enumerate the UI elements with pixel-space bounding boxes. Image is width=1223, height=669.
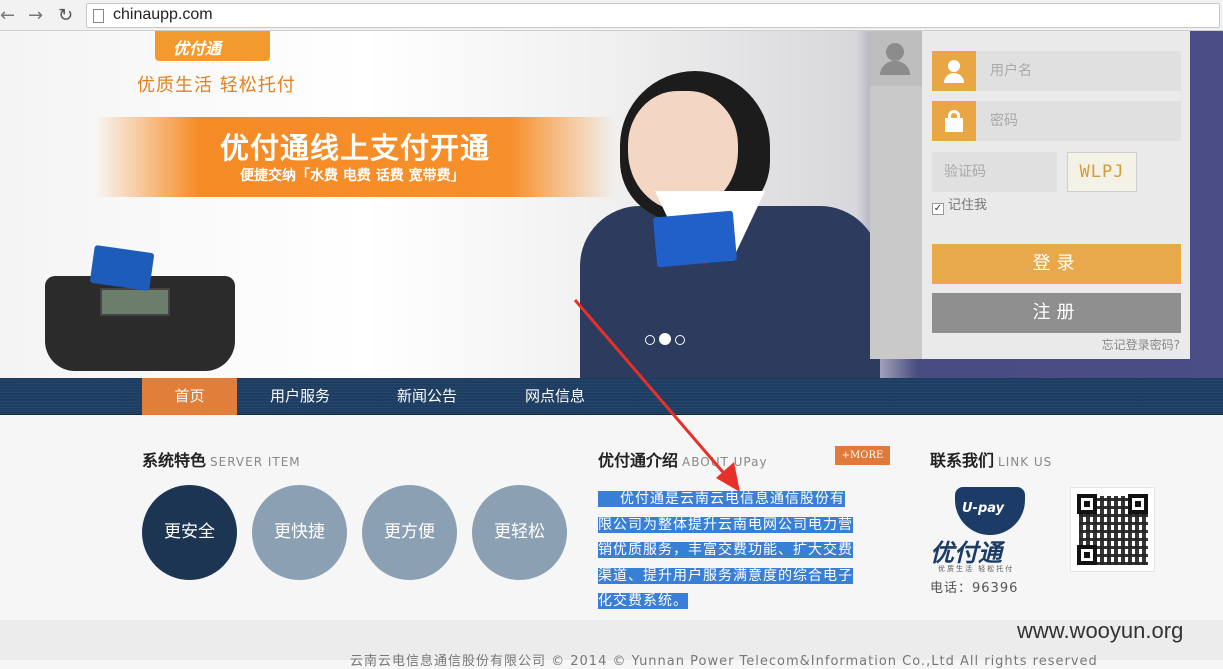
nav-item-news[interactable]: 新闻公告 <box>377 378 477 415</box>
feature-faster[interactable]: 更快捷 <box>252 485 347 580</box>
forgot-password-link[interactable]: 忘记登录密码? <box>1102 336 1180 353</box>
pos-terminal-illustration <box>45 276 235 371</box>
register-button[interactable]: 注册 <box>932 293 1181 333</box>
about-line: 销优质服务，丰富交费功能、扩大交费 <box>598 542 853 558</box>
feature-convenient[interactable]: 更方便 <box>362 485 457 580</box>
lock-icon <box>932 101 976 141</box>
more-button[interactable]: +MORE <box>835 446 890 465</box>
feature-easier[interactable]: 更轻松 <box>472 485 567 580</box>
login-panel: WLPJ ✓ 记住我 登录 注册 忘记登录密码? <box>870 31 1190 359</box>
nav-item-outlets[interactable]: 网点信息 <box>505 378 605 415</box>
nav-item-user-services[interactable]: 用户服务 <box>250 378 350 415</box>
page-icon <box>93 9 104 23</box>
promo-subline: 便捷交纳「水费 电费 话费 宽带费」 <box>240 168 465 184</box>
promo-headline: 优付通线上支付开通 <box>220 131 491 165</box>
contact-title: 联系我们 LINK US <box>930 447 1052 471</box>
username-input[interactable] <box>976 51 1181 91</box>
card-illustration <box>89 245 155 291</box>
about-title-en: ABOUT UPay <box>682 455 768 469</box>
carousel-dot[interactable] <box>675 335 685 345</box>
upay-logo-en: U-pay <box>962 501 1005 516</box>
about-title-cn: 优付通介绍 <box>598 451 679 470</box>
banner-slogan: 优质生活 轻松托付 <box>137 75 296 96</box>
address-bar[interactable]: chinaupp.com <box>86 3 1220 28</box>
username-field <box>932 51 1181 91</box>
reload-icon[interactable]: ↻ <box>58 5 73 26</box>
upay-logo-cn: 优付通 <box>930 539 1002 567</box>
password-input[interactable] <box>976 101 1181 141</box>
site-logo[interactable]: 优付通 <box>155 31 270 61</box>
url-text: chinaupp.com <box>113 6 213 23</box>
contact-title-cn: 联系我们 <box>930 451 995 470</box>
feature-safer[interactable]: 更安全 <box>142 485 237 580</box>
user-icon <box>932 51 976 91</box>
remember-label: 记住我 <box>948 198 988 213</box>
about-line: 渠道、提升用户服务满意度的综合电子 <box>598 567 853 584</box>
carousel-dots <box>645 330 689 349</box>
upay-logo: U-pay 优付通 优质生活 轻松托付 <box>930 487 1055 573</box>
about-line: 优付通是云南云电信息通信股份有 <box>598 491 845 507</box>
about-text: 优付通是云南云电信息通信股份有 限公司为整体提升云南电网公司电力营 销优质服务，… <box>598 487 894 615</box>
back-arrow-icon[interactable]: ← <box>0 5 15 26</box>
login-button[interactable]: 登录 <box>932 244 1181 284</box>
remember-me[interactable]: ✓ 记住我 <box>932 194 987 215</box>
captcha-input[interactable] <box>932 152 1057 192</box>
contact-title-en: LINK US <box>998 455 1053 469</box>
features-title-en: SERVER ITEM <box>210 455 301 469</box>
password-field <box>932 101 1181 141</box>
captcha-image[interactable]: WLPJ <box>1067 152 1137 192</box>
promo-ribbon: 优付通线上支付开通 便捷交纳「水费 电费 话费 宽带费」 <box>95 117 615 197</box>
user-avatar-icon <box>870 31 922 86</box>
qr-code <box>1070 487 1155 572</box>
about-line: 化交费系统。 <box>598 593 688 609</box>
contact-phone: 电话：96396 <box>930 581 1019 596</box>
nav-item-home[interactable]: 首页 <box>142 378 237 415</box>
site-logo-text: 优付通 <box>173 39 222 58</box>
browser-toolbar: ← → ↻ chinaupp.com <box>0 0 1223 31</box>
carousel-dot[interactable] <box>645 335 655 345</box>
login-sidebar <box>870 31 922 359</box>
upay-logo-tagline: 优质生活 轻松托付 <box>938 565 1015 573</box>
held-card-illustration <box>652 210 738 268</box>
features-title-cn: 系统特色 <box>142 451 207 470</box>
remember-checkbox[interactable]: ✓ <box>932 203 944 215</box>
wooyun-watermark: www.wooyun.org <box>1017 618 1184 643</box>
main-nav: 首页 用户服务 新闻公告 网点信息 <box>0 378 1223 415</box>
about-title: 优付通介绍 ABOUT UPay <box>598 447 768 471</box>
features-title: 系统特色 SERVER ITEM <box>142 447 301 471</box>
carousel-dot-active[interactable] <box>659 333 671 345</box>
about-line: 限公司为整体提升云南电网公司电力营 <box>598 516 853 533</box>
forward-arrow-icon[interactable]: → <box>28 5 43 26</box>
